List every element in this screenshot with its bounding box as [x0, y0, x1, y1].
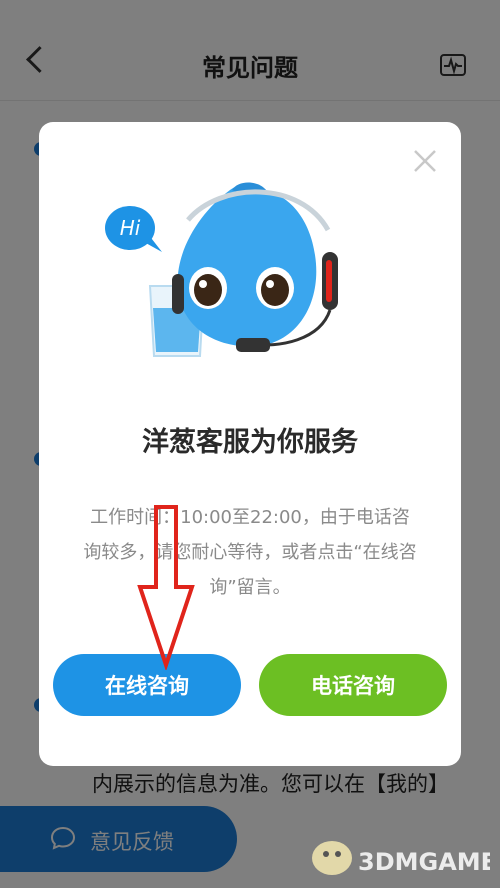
watermark-text: 3DMGAME	[358, 848, 490, 876]
watermark-logo: 3DMGAME	[312, 841, 490, 876]
dialog-description: 工作时间：10:00至22:00，由于电话咨询较多，请您耐心等待，或者点击“在线…	[83, 507, 417, 598]
speech-bubble-icon: Hi	[105, 206, 162, 252]
online-consult-label: 在线咨询	[105, 674, 189, 698]
close-icon[interactable]	[412, 148, 438, 174]
phone-consult-button[interactable]: 电话咨询	[259, 654, 447, 716]
dialog-title: 洋葱客服为你服务	[142, 427, 358, 458]
phone-consult-label: 电话咨询	[311, 674, 395, 698]
mascot-with-headset-illustration: Hi	[105, 182, 338, 357]
red-arrow-annotation-icon	[137, 505, 195, 670]
bubble-text: Hi	[120, 216, 141, 240]
